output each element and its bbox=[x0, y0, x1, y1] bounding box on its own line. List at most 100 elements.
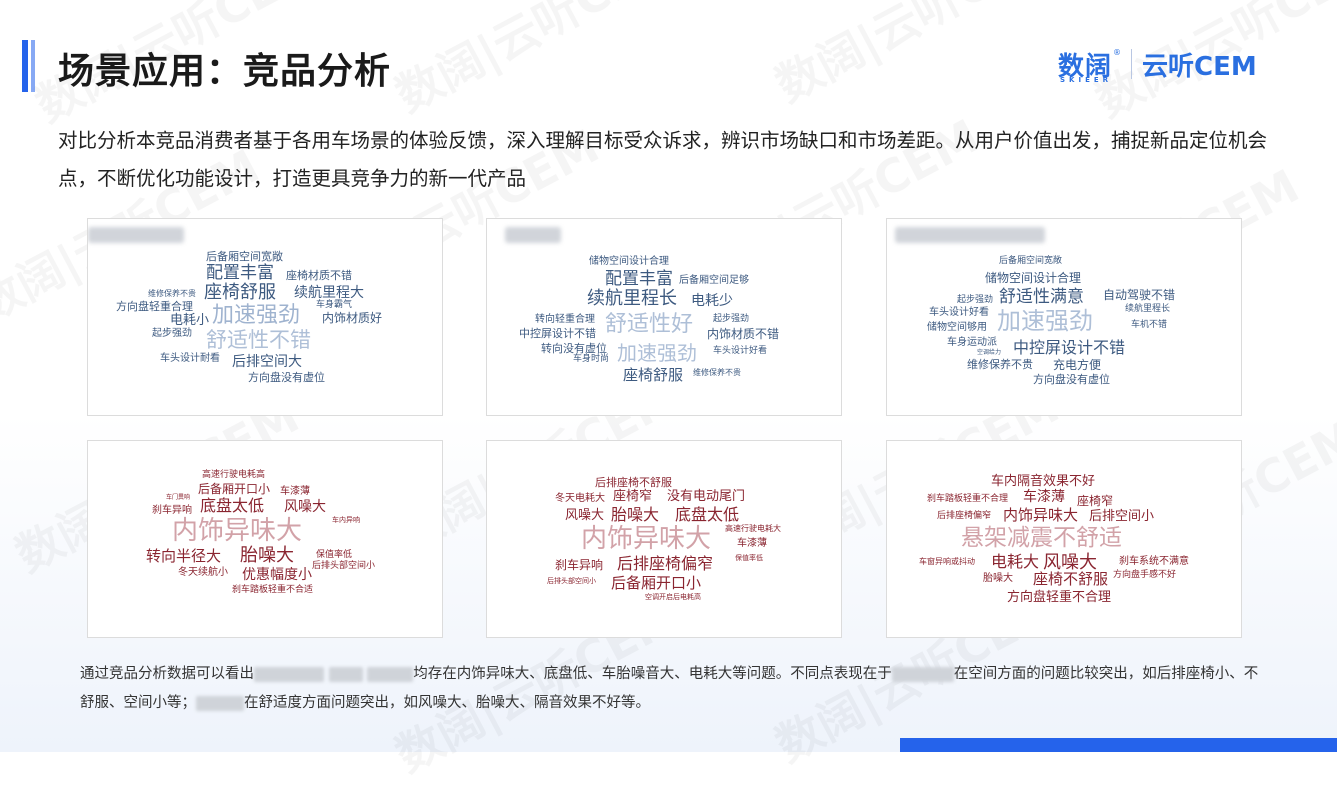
cloud-word: 刹车异响 bbox=[152, 505, 192, 516]
cloud-word: 方向盘轻重不合理 bbox=[1007, 590, 1112, 605]
logo-sub: SKIEER bbox=[1060, 75, 1113, 84]
cloud-word: 加速强劲 bbox=[617, 341, 697, 365]
cloud-word: 内饰异味大 bbox=[172, 516, 303, 546]
cloud-word: 续航里程长 bbox=[1125, 304, 1171, 314]
cloud-word: 转向半径大 bbox=[146, 547, 222, 565]
cloud-word: 保值率低 bbox=[735, 554, 763, 562]
cloud-word: 舒适性不错 bbox=[206, 328, 311, 352]
brand-logo: 数阔 SKIEER ® 云听CEM bbox=[1058, 44, 1257, 84]
cloud-word: 后备厢开口小 bbox=[611, 574, 702, 592]
cloud-word: 后备厢开口小 bbox=[198, 482, 271, 496]
cloud-word: 车漆薄 bbox=[737, 538, 767, 549]
cloud-word: 转向轻重合理 bbox=[535, 314, 595, 325]
cloud-word: 车门異响 bbox=[166, 494, 191, 501]
cloud-word: 底盘太低 bbox=[200, 496, 265, 515]
cloud-word: 刹车踏板轻重不合适 bbox=[232, 585, 314, 595]
cloud-word: 舒适性满意 bbox=[999, 287, 1084, 307]
redacted-brand bbox=[254, 666, 324, 682]
cloud-word: 维修保养不贵 bbox=[148, 289, 196, 298]
logo-cn: 数阔 SKIEER bbox=[1058, 51, 1113, 84]
cloud-word: 车身时尚 bbox=[573, 354, 610, 364]
cloud-word: 配置丰富 bbox=[605, 269, 673, 289]
cloud-word: 后备厢空间宽敞 bbox=[206, 250, 283, 263]
cloud-word: 中控屏设计不错 bbox=[519, 327, 596, 340]
cloud-word: 起步强劲 bbox=[152, 328, 192, 339]
cloud-word: 续航里程长 bbox=[587, 288, 677, 309]
cloud-word: 车内隔音效果不好 bbox=[991, 474, 1096, 489]
cloud-word: 维修保养不贵 bbox=[693, 368, 741, 377]
cloud-word: 车头设计耐看 bbox=[160, 353, 220, 364]
cloud-word: 转向没有虚位 bbox=[541, 342, 607, 355]
cloud-word: 车内异响 bbox=[332, 516, 360, 524]
cloud-word: 电耗大 bbox=[991, 552, 1040, 571]
cloud-word: 车机不错 bbox=[1131, 320, 1168, 330]
intro-text: 对比分析本竞品消费者基于各用车场景的体验反馈，深入理解目标受众诉求，辨识市场缺口… bbox=[58, 129, 1268, 190]
summary-text: 通过竞品分析数据可以看出 均存在内饰异味大、底盘低、车胎噪音大、电耗大等问题。不… bbox=[80, 660, 1260, 718]
cloud-word: 没有电动尾门 bbox=[667, 489, 746, 504]
cloud-word: 车头设计好看 bbox=[929, 307, 989, 318]
cloud-word: 方向盘没有虚位 bbox=[1033, 373, 1110, 386]
cloud-word: 加速强劲 bbox=[997, 307, 1093, 335]
cloud-word: 车头设计好看 bbox=[713, 346, 768, 356]
logo-reg-mark: ® bbox=[1113, 48, 1122, 57]
cloud-word: 优惠幅度小 bbox=[242, 567, 312, 583]
watermark: 数阔|云听CEM bbox=[383, 0, 689, 125]
cloud-word: 底盘太低 bbox=[675, 505, 740, 524]
cloud-word: 自动驾驶不错 bbox=[1103, 288, 1176, 302]
redacted-brand bbox=[196, 695, 244, 711]
cloud-word: 电耗小 bbox=[170, 313, 210, 328]
cloud-word: 座椅窄 bbox=[1077, 494, 1114, 508]
cloud-word: 内饰异味大 bbox=[1003, 506, 1079, 524]
cloud-word: 内饰材质好 bbox=[322, 311, 383, 325]
redacted-brand bbox=[505, 227, 561, 243]
cloud-word: 刹车异响 bbox=[555, 558, 604, 572]
cloud-word: 维修保养不贵 bbox=[967, 358, 1033, 371]
cloud-word: 座椅舒服 bbox=[623, 366, 684, 384]
wordcloud-card-positive-2: 储物空间设计合理 配置丰富 后备厢空间足够 续航里程长 电耗少 起步强劲 转向轻… bbox=[486, 218, 842, 416]
cloud-word: 悬架减震不舒适 bbox=[961, 525, 1122, 551]
wordcloud-card-negative-1: 高速行驶电耗高 后备厢开口小 车漆薄 车门異响 底盘太低 风噪大 刹车异响 车内… bbox=[87, 440, 443, 638]
wordcloud-card-negative-3: 车内隔音效果不好 刹车踏板轻重不合理 车漆薄 座椅窄 后排座椅偏窄 内饰异味大 … bbox=[886, 440, 1242, 638]
cloud-word: 内饰材质不错 bbox=[707, 327, 780, 341]
cloud-word: 后备厢空间足够 bbox=[679, 275, 749, 286]
cloud-word: 胎噪大 bbox=[240, 545, 294, 566]
logo-en: 云听CEM bbox=[1142, 51, 1257, 82]
cloud-word: 储物空间设计合理 bbox=[985, 271, 1082, 285]
redacted-brand bbox=[367, 666, 414, 682]
cloud-word: 后排座椅不舒服 bbox=[595, 476, 672, 489]
cloud-word: 方向盘没有虚位 bbox=[248, 371, 325, 384]
title-accent-bar bbox=[22, 40, 35, 92]
cloud-word: 车窗异响或抖动 bbox=[919, 557, 975, 566]
cloud-word: 起步强劲 bbox=[713, 314, 750, 324]
cloud-word: 后排空间小 bbox=[1089, 509, 1155, 524]
cloud-word: 后排头部空间小 bbox=[547, 577, 596, 585]
cloud-word: 车漆薄 bbox=[280, 486, 310, 497]
bottom-accent-strip bbox=[900, 738, 1337, 752]
cloud-word: 舒适性好 bbox=[605, 312, 694, 337]
cloud-word: 座椅不舒服 bbox=[1033, 570, 1109, 588]
summary-part: 均存在内饰异味大、底盘低、车胎噪音大、电耗大等问题。不同点表现在于 bbox=[413, 666, 892, 682]
cloud-word: 座椅窄 bbox=[613, 489, 653, 504]
wordcloud-card-negative-2: 后排座椅不舒服 冬天电耗大 座椅窄 没有电动尾门 风噪大 胎噪大 底盘太低 高速… bbox=[486, 440, 842, 638]
cloud-word: 座椅材质不错 bbox=[286, 269, 352, 282]
cloud-word: 起步强劲 bbox=[957, 295, 994, 305]
watermark: 数阔|云听CEM bbox=[763, 0, 1069, 115]
cloud-word: 座椅舒服 bbox=[204, 282, 276, 303]
cloud-word: 配置丰富 bbox=[206, 263, 274, 283]
redacted-brand bbox=[88, 227, 184, 243]
cloud-word: 冬天续航小 bbox=[178, 567, 228, 578]
cloud-word: 车身霸气 bbox=[316, 300, 353, 310]
cloud-word: 刹车系统不满意 bbox=[1119, 556, 1189, 567]
cloud-word: 续航里程大 bbox=[294, 285, 364, 301]
cloud-word: 充电方便 bbox=[1053, 358, 1102, 372]
cloud-word: 空调开启后电耗高 bbox=[645, 593, 701, 601]
redacted-brand bbox=[895, 227, 1045, 243]
redacted-brand bbox=[891, 666, 954, 682]
summary-part: 在舒适度方面问题突出，如风噪大、胎噪大、隔音效果不好等。 bbox=[244, 695, 650, 711]
cloud-word: 空调给力 bbox=[977, 349, 1002, 356]
redacted-brand bbox=[328, 666, 363, 682]
cloud-word: 储物空间够用 bbox=[927, 322, 987, 333]
cloud-word: 保值率低 bbox=[316, 550, 353, 560]
cloud-word: 中控屏设计不错 bbox=[1013, 338, 1126, 357]
cloud-word: 后排空间大 bbox=[232, 354, 302, 370]
